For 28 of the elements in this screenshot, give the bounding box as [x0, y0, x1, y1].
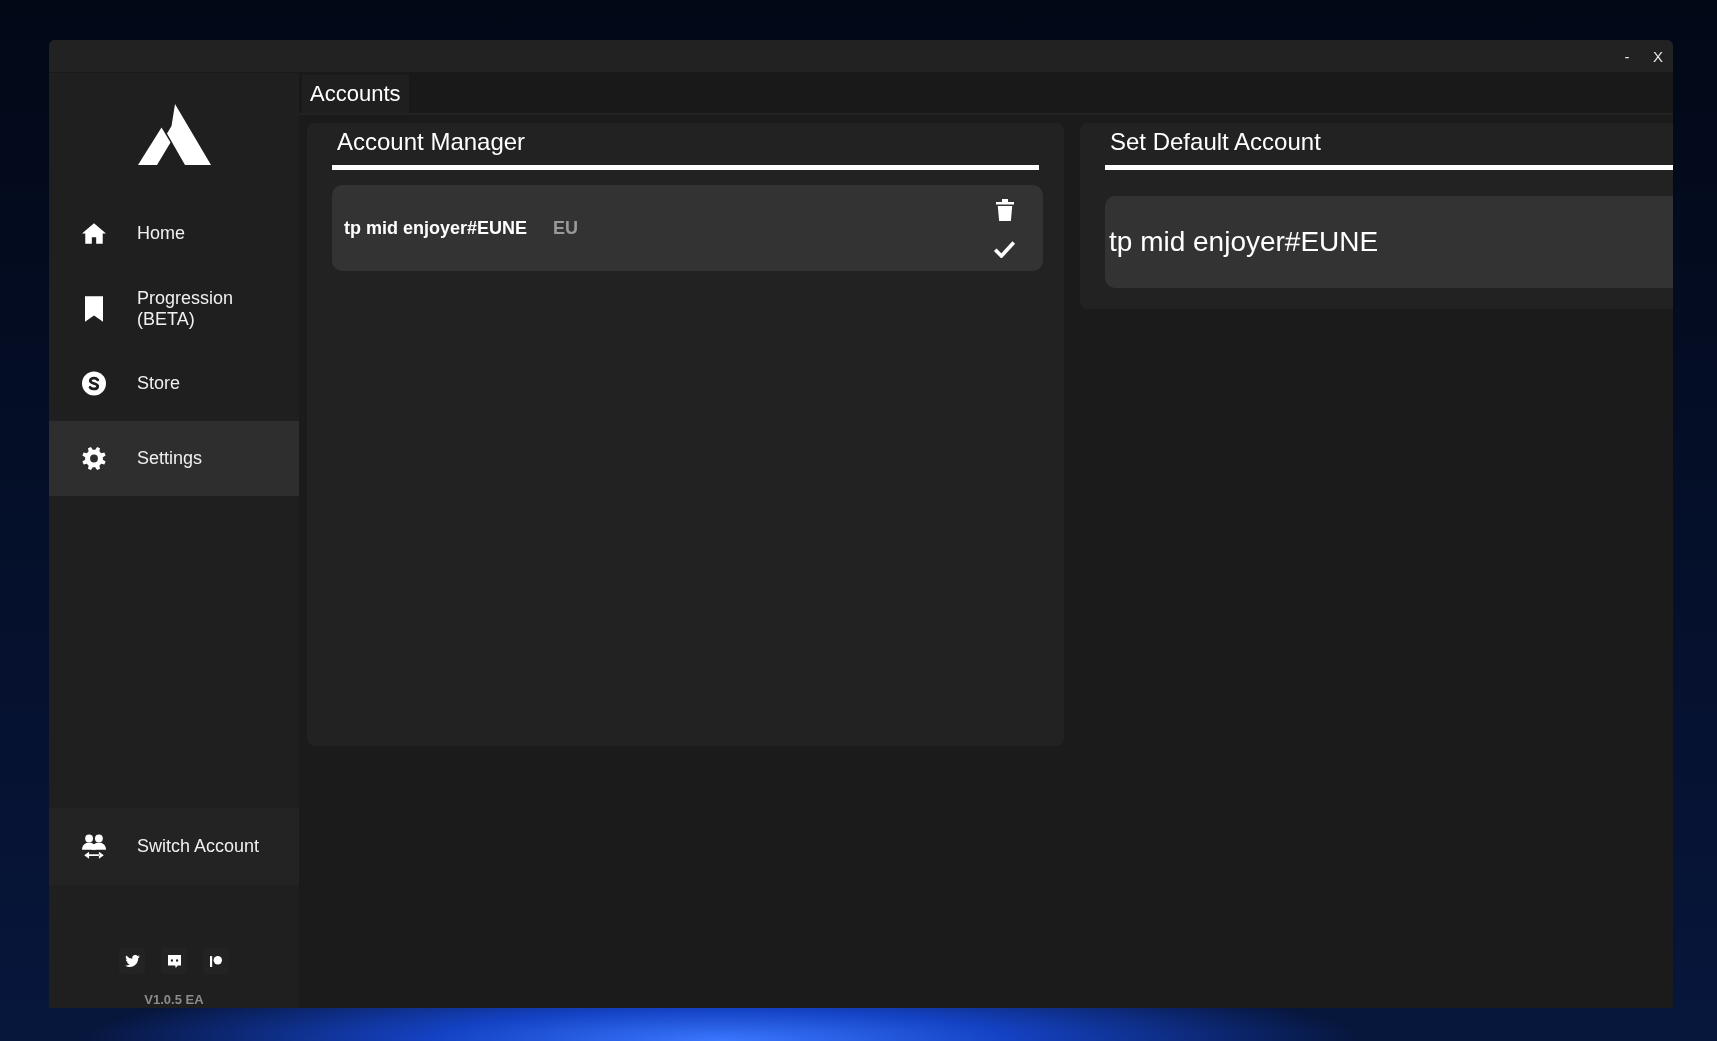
bird-icon — [124, 955, 140, 967]
social-link-button[interactable] — [161, 948, 187, 974]
social-link-button[interactable] — [203, 948, 229, 974]
nav-item[interactable]: Progression (BETA) — [49, 271, 299, 346]
check-icon — [993, 239, 1016, 258]
panel-title: Set Default Account — [1110, 127, 1321, 157]
region-label: EU — [553, 217, 579, 239]
tab[interactable]: Accounts — [302, 75, 409, 113]
users-swap-icon — [82, 834, 106, 859]
account-dropdown[interactable]: tp mid enjoyer#EUNE — [1105, 196, 1673, 288]
home-icon — [82, 223, 106, 244]
nav-item[interactable]: Home — [49, 196, 299, 271]
bookmark-icon — [85, 295, 103, 322]
nav-item[interactable]: Store — [49, 346, 299, 421]
minimize-button[interactable]: - — [1615, 40, 1639, 72]
version-label: V1.0.5 EA — [144, 993, 204, 1007]
bar-and-dot-icon — [210, 955, 222, 967]
account-name: tp mid enjoyer#EUNE — [344, 217, 528, 239]
social-link-button[interactable] — [119, 948, 145, 974]
delete-button[interactable] — [993, 196, 1016, 223]
chat-bubble-icon — [167, 954, 181, 968]
panel-title: Account Manager — [337, 127, 526, 157]
close-button[interactable]: X — [1646, 40, 1670, 72]
nav-item[interactable]: Settings — [49, 421, 299, 496]
gear-icon — [82, 446, 106, 471]
switch-account-button[interactable]: Switch Account — [49, 808, 299, 885]
trash-icon — [995, 198, 1014, 221]
coin-icon — [82, 371, 106, 396]
